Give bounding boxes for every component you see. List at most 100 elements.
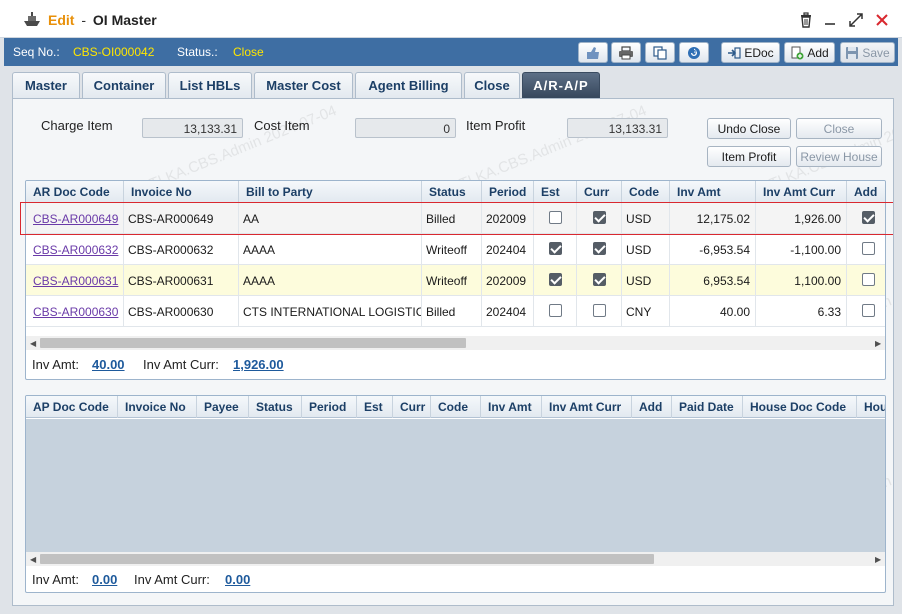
ap-col-code[interactable]: Code (431, 396, 481, 418)
ar-col-curr[interactable]: Curr (577, 181, 622, 203)
add-checkbox[interactable] (862, 304, 875, 317)
curr-checkbox[interactable] (593, 304, 606, 317)
add-checkbox[interactable] (862, 273, 875, 286)
ar-total-inv-amt-curr-label: Inv Amt Curr: (143, 357, 219, 372)
ap-col-curr[interactable]: Curr (393, 396, 431, 418)
ar-doc-code-cell[interactable]: CBS-AR000632 (26, 234, 124, 264)
ap-horizontal-scrollbar[interactable]: ◀ ▶ (26, 552, 885, 566)
item-profit-field[interactable]: 13,133.31 (567, 118, 668, 138)
undo-close-button[interactable]: Undo Close (707, 118, 791, 139)
ap-col-period[interactable]: Period (302, 396, 357, 418)
trash-icon[interactable] (798, 12, 814, 28)
refresh-button[interactable] (679, 42, 709, 63)
curr-checkbox[interactable] (593, 211, 606, 224)
ar-horizontal-scrollbar[interactable]: ◀ ▶ (26, 336, 885, 350)
ar-col-est[interactable]: Est (534, 181, 577, 203)
edoc-button[interactable]: EDoc (721, 42, 780, 63)
ap-total-inv-amt-label: Inv Amt: (32, 572, 79, 587)
tab-master-cost[interactable]: Master Cost (254, 72, 353, 98)
ap-col-paid-date[interactable]: Paid Date (672, 396, 743, 418)
add-button[interactable]: Add (784, 42, 835, 63)
curr-cell (577, 203, 622, 233)
add-checkbox[interactable] (862, 242, 875, 255)
ap-col-hou[interactable]: Hou (857, 396, 885, 418)
table-row[interactable]: CBS-AR000630 CBS-AR000630 CTS INTERNATIO… (26, 296, 885, 327)
est-cell (534, 296, 577, 326)
ap-grid-empty-body (26, 419, 885, 552)
ar-col-code[interactable]: Code (622, 181, 670, 203)
est-checkbox[interactable] (549, 304, 562, 317)
ar-doc-link[interactable]: CBS-AR000649 (33, 212, 118, 226)
item-profit-button[interactable]: Item Profit (707, 146, 791, 167)
curr-cell (577, 234, 622, 264)
close-button[interactable]: Close (796, 118, 882, 139)
ap-col-status[interactable]: Status (249, 396, 302, 418)
ar-doc-link[interactable]: CBS-AR000632 (33, 243, 118, 257)
minimize-icon[interactable] (822, 12, 838, 28)
table-row[interactable]: CBS-AR000632 CBS-AR000632 AAAA Writeoff … (26, 234, 885, 265)
ap-scroll-thumb[interactable] (40, 554, 654, 564)
tab-close[interactable]: Close (464, 72, 520, 98)
ap-total-inv-amt-link[interactable]: 0.00 (92, 572, 117, 587)
scroll-right-icon[interactable]: ▶ (875, 555, 881, 564)
save-button[interactable]: Save (840, 42, 895, 63)
invoice-no-cell: CBS-AR000649 (124, 203, 239, 233)
add-checkbox[interactable] (862, 211, 875, 224)
ap-col-doc-code[interactable]: AP Doc Code (26, 396, 118, 418)
ar-total-inv-amt-curr-link[interactable]: 1,926.00 (233, 357, 284, 372)
curr-checkbox[interactable] (593, 273, 606, 286)
tab-list-hbls[interactable]: List HBLs (168, 72, 252, 98)
invoice-no-cell: CBS-AR000630 (124, 296, 239, 326)
ar-total-inv-amt-link[interactable]: 40.00 (92, 357, 125, 372)
tab-ar-ap[interactable]: A/R-A/P (522, 72, 600, 98)
print-button[interactable] (611, 42, 641, 63)
ap-col-inv-amt-curr[interactable]: Inv Amt Curr (542, 396, 632, 418)
close-window-icon[interactable] (874, 12, 890, 28)
window-title: Edit - OI Master (48, 12, 157, 28)
ar-doc-link[interactable]: CBS-AR000630 (33, 305, 118, 319)
maximize-icon[interactable] (848, 12, 864, 28)
ar-col-add[interactable]: Add (847, 181, 885, 203)
ar-col-inv-amt-curr[interactable]: Inv Amt Curr (756, 181, 847, 203)
ar-col-period[interactable]: Period (482, 181, 534, 203)
ar-doc-code-cell[interactable]: CBS-AR000649 (26, 203, 124, 233)
table-row[interactable]: CBS-AR000631 CBS-AR000631 AAAA Writeoff … (26, 265, 885, 296)
status-value: Close (233, 45, 264, 59)
ap-col-invoice-no[interactable]: Invoice No (118, 396, 197, 418)
tab-master[interactable]: Master (12, 72, 80, 98)
tab-container[interactable]: Container (82, 72, 166, 98)
ap-col-inv-amt[interactable]: Inv Amt (481, 396, 542, 418)
status-cell: Billed (422, 203, 482, 233)
charge-item-field[interactable]: 13,133.31 (142, 118, 243, 138)
est-checkbox[interactable] (549, 273, 562, 286)
ap-total-inv-amt-curr-link[interactable]: 0.00 (225, 572, 250, 587)
est-checkbox[interactable] (549, 242, 562, 255)
est-checkbox[interactable] (549, 211, 562, 224)
curr-checkbox[interactable] (593, 242, 606, 255)
scroll-right-icon[interactable]: ▶ (875, 339, 881, 348)
ap-col-add[interactable]: Add (632, 396, 672, 418)
ar-doc-code-cell[interactable]: CBS-AR000630 (26, 296, 124, 326)
ar-col-status[interactable]: Status (422, 181, 482, 203)
cost-item-field[interactable]: 0 (355, 118, 456, 138)
ap-col-payee[interactable]: Payee (197, 396, 249, 418)
copy-button[interactable] (645, 42, 675, 63)
ar-col-bill-to-party[interactable]: Bill to Party (239, 181, 422, 203)
inv-amt-curr-cell: 1,100.00 (756, 265, 847, 295)
ar-doc-link[interactable]: CBS-AR000631 (33, 274, 118, 288)
ar-doc-code-cell[interactable]: CBS-AR000631 (26, 265, 124, 295)
scroll-left-icon[interactable]: ◀ (30, 339, 36, 348)
ar-scroll-thumb[interactable] (40, 338, 466, 348)
ap-col-house-doc-code[interactable]: House Doc Code (743, 396, 857, 418)
edit-label: Edit (48, 12, 75, 28)
back-button[interactable] (578, 42, 608, 63)
review-house-button[interactable]: Review House (796, 146, 882, 167)
curr-cell (577, 265, 622, 295)
tab-agent-billing[interactable]: Agent Billing (355, 72, 462, 98)
ar-col-doc-code[interactable]: AR Doc Code (26, 181, 124, 203)
ar-col-invoice-no[interactable]: Invoice No (124, 181, 239, 203)
ar-col-inv-amt[interactable]: Inv Amt (670, 181, 756, 203)
table-row[interactable]: CBS-AR000649 CBS-AR000649 AA Billed 2020… (26, 203, 885, 234)
ap-col-est[interactable]: Est (357, 396, 393, 418)
scroll-left-icon[interactable]: ◀ (30, 555, 36, 564)
